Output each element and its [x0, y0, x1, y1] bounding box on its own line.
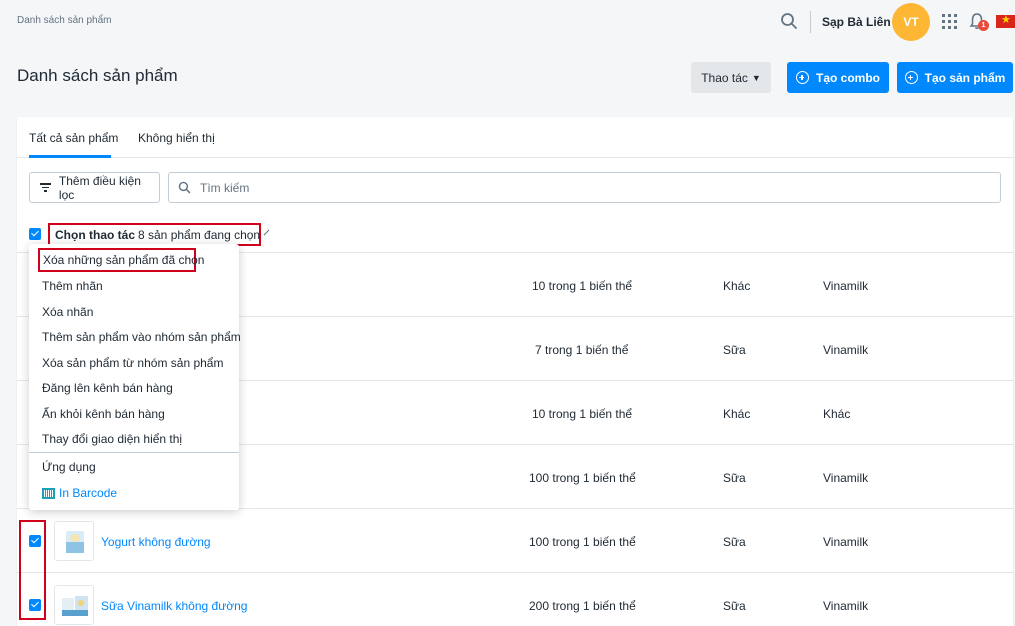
product-thumbnail[interactable] [54, 585, 94, 625]
menu-item-delete-selected[interactable]: Xóa những sản phẩm đã chọn [38, 248, 204, 272]
bulk-actions-label: Chọn thao tác [55, 227, 135, 242]
tab-all-products[interactable]: Tất cả sản phẩm [29, 131, 118, 145]
row-variants: 200 trong 1 biến thể [529, 599, 636, 613]
notification-badge: 1 [978, 20, 989, 31]
row-divider [17, 572, 1013, 573]
page-title: Danh sách sản phẩm [17, 66, 178, 85]
active-tab-indicator [29, 155, 111, 158]
product-name-link[interactable]: Sữa Vinamilk không đường [101, 599, 247, 613]
menu-item-change-display[interactable]: Thay đổi giao diện hiển thị [42, 432, 182, 446]
chevron-down-icon [263, 229, 270, 236]
row-type: Khác [723, 407, 751, 421]
product-name-link[interactable]: Yogurt không đường [101, 535, 211, 549]
plus-circle-icon [904, 71, 918, 84]
breadcrumb[interactable]: Danh sách sản phẩm [17, 15, 112, 26]
actions-label: Thao tác [701, 70, 748, 85]
filter-icon [40, 183, 51, 192]
create-product-button[interactable]: Tạo sản phẩm [897, 62, 1013, 93]
row-type: Sữa [723, 471, 746, 485]
top-bar: Danh sách sản phẩm Sạp Bà Liên VT 1 ★ [0, 0, 1015, 44]
row-type: Sữa [723, 535, 746, 549]
header-divider [810, 11, 811, 33]
row-brand: Vinamilk [823, 599, 869, 613]
menu-item-publish-channel[interactable]: Đăng lên kênh bán hàng [42, 381, 173, 395]
add-filter-label: Thêm điều kiện lọc [58, 173, 141, 202]
menu-item-print-barcode[interactable]: In Barcode [42, 486, 117, 500]
create-combo-label: Tạo combo [815, 70, 880, 85]
barcode-label: In Barcode [59, 486, 118, 500]
row-brand: Vinamilk [823, 535, 869, 549]
menu-divider [29, 452, 239, 453]
tab-bar: Tất cả sản phẩm Không hiển thị [17, 117, 1013, 158]
search-input[interactable]: Tìm kiếm [168, 172, 1001, 203]
product-thumbnail[interactable] [54, 521, 94, 561]
add-filter-button[interactable]: Thêm điều kiện lọc [29, 172, 160, 203]
row-variants: 100 trong 1 biến thể [529, 535, 636, 549]
row-type: Sữa [723, 343, 746, 357]
row-variants: 10 trong 1 biến thể [532, 407, 633, 421]
row-type: Sữa [723, 599, 746, 613]
menu-item-remove-from-group[interactable]: Xóa sản phẩm từ nhóm sản phẩm [42, 356, 223, 370]
menu-item-remove-tag[interactable]: Xóa nhãn [42, 305, 93, 319]
selection-count: 8 sản phẩm đang chọn [138, 227, 261, 242]
menu-item-add-tag[interactable]: Thêm nhãn [42, 279, 103, 293]
caret-down-icon: ▼ [751, 72, 761, 83]
menu-item-add-to-group[interactable]: Thêm sản phẩm vào nhóm sản phẩm [42, 330, 241, 344]
avatar[interactable]: VT [892, 3, 930, 41]
menu-section-apps: Ứng dụng [42, 460, 96, 474]
actions-dropdown-button[interactable]: Thao tác ▼ [691, 62, 771, 93]
create-product-label: Tạo sản phẩm [924, 70, 1006, 85]
row-brand: Vinamilk [823, 471, 869, 485]
row-brand: Vinamilk [823, 343, 869, 357]
row-brand: Vinamilk [823, 279, 869, 293]
checkbox-highlight-box [19, 520, 46, 620]
row-type: Khác [723, 279, 751, 293]
barcode-icon [42, 487, 55, 499]
search-icon [178, 181, 191, 194]
tab-hidden-products[interactable]: Không hiển thị [138, 131, 215, 145]
language-flag-icon[interactable]: ★ [996, 15, 1015, 28]
yogurt-product-image [66, 531, 84, 553]
row-variants: 7 trong 1 biến thể [535, 343, 629, 357]
plus-circle-icon [795, 71, 809, 84]
bulk-actions-dropdown[interactable]: Chọn thao tác 8 sản phẩm đang chọn [48, 223, 270, 246]
row-variants: 10 trong 1 biến thể [532, 279, 633, 293]
menu-item-hide-channel[interactable]: Ẩn khỏi kênh bán hàng [42, 407, 165, 421]
search-icon[interactable] [780, 12, 798, 30]
row-variants: 100 trong 1 biến thể [529, 471, 636, 485]
bulk-actions-menu: Xóa những sản phẩm đã chọn Thêm nhãn Xóa… [29, 244, 241, 510]
milk-product-image [62, 596, 88, 616]
row-brand: Khác [823, 407, 851, 421]
create-combo-button[interactable]: Tạo combo [787, 62, 889, 93]
apps-grid-icon[interactable] [942, 14, 957, 29]
store-name[interactable]: Sạp Bà Liên [822, 15, 891, 29]
search-placeholder: Tìm kiếm [200, 180, 250, 195]
select-all-checkbox[interactable] [29, 228, 41, 240]
